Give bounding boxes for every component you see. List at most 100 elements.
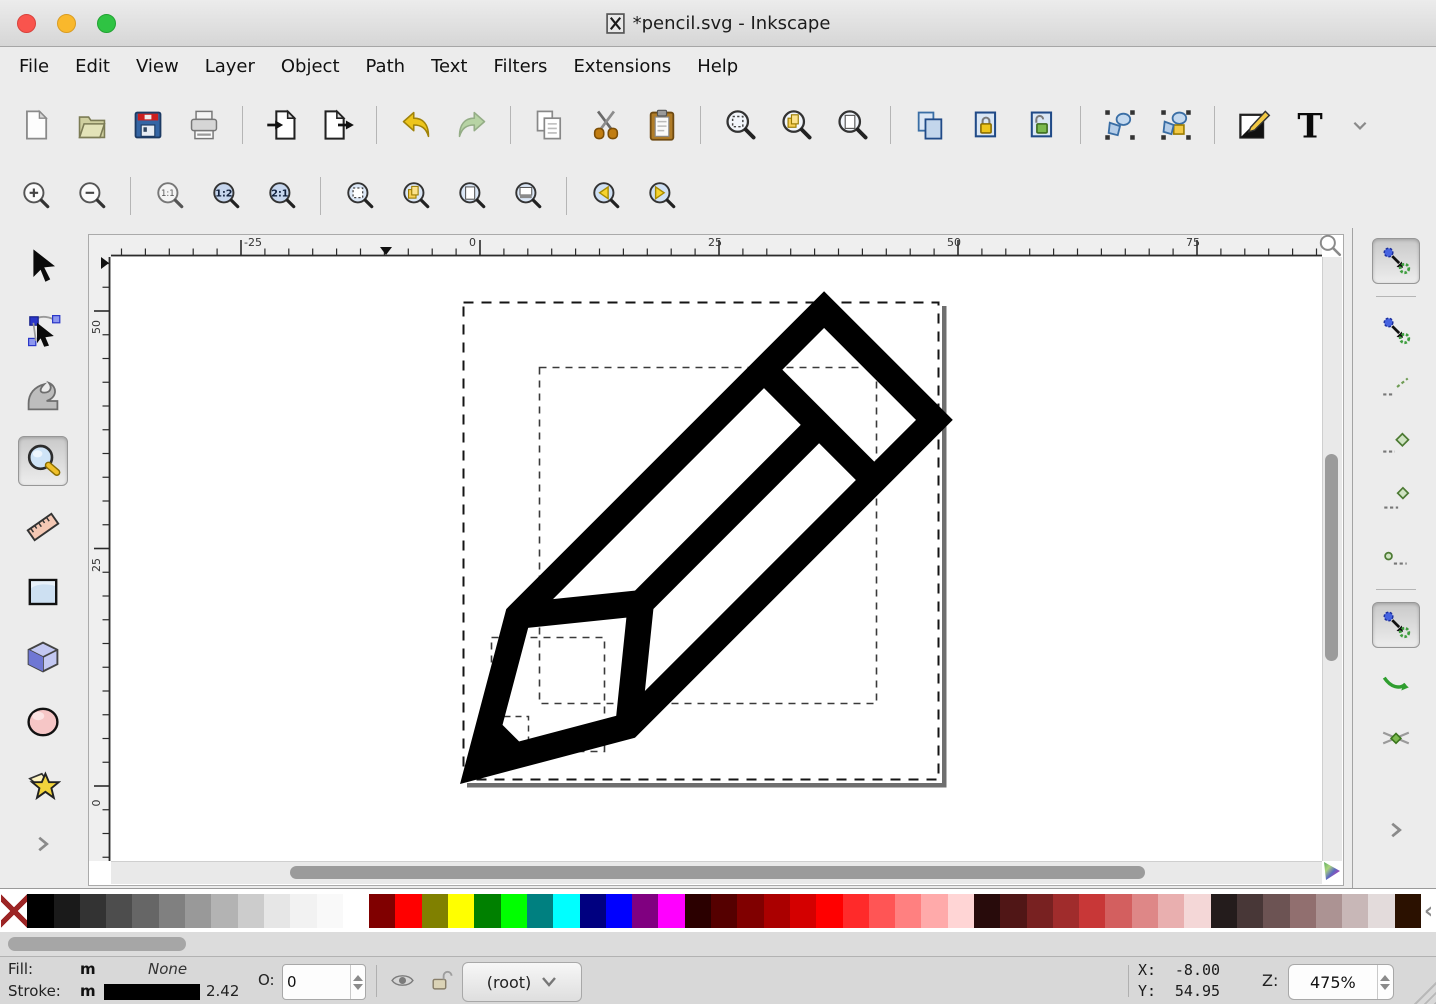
palette-swatch[interactable] xyxy=(132,894,158,928)
tool-ellipse[interactable] xyxy=(19,698,67,746)
ungroup-button[interactable] xyxy=(1148,102,1204,148)
palette-swatch[interactable] xyxy=(764,894,790,928)
palette-swatch[interactable] xyxy=(1395,894,1421,928)
menu-filters[interactable]: Filters xyxy=(480,52,560,81)
tool-3d-box[interactable] xyxy=(19,633,67,681)
import-button[interactable] xyxy=(254,102,310,148)
menu-file[interactable]: File xyxy=(6,52,62,81)
tool-palette-overflow[interactable] xyxy=(33,834,53,858)
undo-button[interactable] xyxy=(388,102,444,148)
tool-zoom[interactable] xyxy=(18,436,68,486)
palette-swatch[interactable] xyxy=(790,894,816,928)
pencil-drawing[interactable] xyxy=(412,310,935,833)
snap-bbox-centers-button[interactable] xyxy=(1373,533,1419,577)
enable-snapping-button[interactable] xyxy=(1372,238,1420,284)
opacity-spinbox[interactable] xyxy=(282,964,366,1000)
palette-swatch[interactable] xyxy=(1105,894,1131,928)
palette-swatch[interactable] xyxy=(27,894,53,928)
palette-swatch[interactable] xyxy=(869,894,895,928)
export-button[interactable] xyxy=(310,102,366,148)
palette-swatch[interactable] xyxy=(895,894,921,928)
menu-help[interactable]: Help xyxy=(684,52,751,81)
opacity-input[interactable] xyxy=(283,973,350,991)
palette-swatch[interactable] xyxy=(290,894,316,928)
opacity-spin-arrows[interactable] xyxy=(350,965,365,999)
palette-swatch[interactable] xyxy=(1000,894,1026,928)
spin-down-icon[interactable] xyxy=(1380,984,1390,990)
palette-swatch[interactable] xyxy=(54,894,80,928)
tool-selector[interactable] xyxy=(19,241,67,289)
palette-swatch[interactable] xyxy=(580,894,606,928)
snap-path-intersections-button[interactable] xyxy=(1373,716,1419,760)
duplicate-button[interactable] xyxy=(902,102,958,148)
snap-to-paths-button[interactable] xyxy=(1373,660,1419,704)
menu-path[interactable]: Path xyxy=(353,52,419,81)
zoom-1-2-button[interactable]: 1:2 xyxy=(198,173,254,219)
zoom-2-1-button[interactable]: 2:1 xyxy=(254,173,310,219)
menu-layer[interactable]: Layer xyxy=(192,52,268,81)
palette-swatch[interactable] xyxy=(1132,894,1158,928)
tool-measure[interactable] xyxy=(19,503,67,551)
palette-swatch[interactable] xyxy=(737,894,763,928)
palette-swatch[interactable] xyxy=(1237,894,1263,928)
zoom-selection-button[interactable] xyxy=(332,173,388,219)
cut-button[interactable] xyxy=(578,102,634,148)
horizontal-scrollbar-thumb[interactable] xyxy=(290,866,1145,879)
palette-swatch[interactable] xyxy=(553,894,579,928)
zoom-to-selection-button[interactable] xyxy=(712,102,768,148)
palette-swatch[interactable] xyxy=(474,894,500,928)
toolbar-overflow-button[interactable] xyxy=(1338,102,1382,148)
palette-swatch[interactable] xyxy=(948,894,974,928)
tool-node-editor[interactable] xyxy=(19,306,67,354)
palette-scroll-arrow-icon[interactable]: ‹ xyxy=(1421,894,1436,928)
zoom-previous-button[interactable] xyxy=(578,173,634,219)
zoom-spin-arrows[interactable] xyxy=(1377,965,1393,999)
palette-swatch[interactable] xyxy=(1027,894,1053,928)
unlink-clone-button[interactable] xyxy=(1014,102,1070,148)
palette-swatch[interactable] xyxy=(685,894,711,928)
palette-swatch[interactable] xyxy=(606,894,632,928)
vertical-scrollbar[interactable] xyxy=(1322,257,1342,861)
window-resize-grip[interactable] xyxy=(1406,975,1436,1004)
horizontal-ruler[interactable]: -250255075 xyxy=(111,235,1322,257)
palette-swatch[interactable] xyxy=(317,894,343,928)
spin-down-icon[interactable] xyxy=(353,984,363,990)
fill-indicator[interactable]: m xyxy=(80,960,96,978)
layer-visibility-toggle[interactable] xyxy=(390,968,415,997)
palette-swatch-none[interactable] xyxy=(1,894,27,928)
snap-bounding-box-button[interactable] xyxy=(1373,309,1419,353)
snap-bbox-edge-midpoints-button[interactable] xyxy=(1373,477,1419,521)
palette-swatch[interactable] xyxy=(501,894,527,928)
palette-swatch[interactable] xyxy=(448,894,474,928)
palette-swatch[interactable] xyxy=(1263,894,1289,928)
canvas[interactable] xyxy=(111,257,1322,861)
snap-toolbar-overflow[interactable] xyxy=(1386,820,1406,844)
palette-swatch[interactable] xyxy=(816,894,842,928)
palette-swatch[interactable] xyxy=(843,894,869,928)
palette-swatch[interactable] xyxy=(711,894,737,928)
palette-swatch[interactable] xyxy=(1184,894,1210,928)
palette-swatch[interactable] xyxy=(1158,894,1184,928)
palette-swatch[interactable] xyxy=(527,894,553,928)
new-document-button[interactable] xyxy=(8,102,64,148)
zoom-in-button[interactable] xyxy=(8,173,64,219)
horizontal-scrollbar[interactable] xyxy=(111,861,1322,884)
palette-scrollbar[interactable] xyxy=(0,932,1436,956)
spin-up-icon[interactable] xyxy=(1380,975,1390,981)
snap-bbox-edges-button[interactable] xyxy=(1373,365,1419,409)
snap-nodes-button[interactable] xyxy=(1372,602,1420,648)
palette-swatch[interactable] xyxy=(159,894,185,928)
stroke-width-value[interactable]: 2.42 xyxy=(206,982,239,1000)
zoom-to-page-button[interactable] xyxy=(824,102,880,148)
palette-swatch[interactable] xyxy=(238,894,264,928)
redo-button[interactable] xyxy=(444,102,500,148)
palette-swatch[interactable] xyxy=(80,894,106,928)
menu-edit[interactable]: Edit xyxy=(62,52,123,81)
palette-swatch[interactable] xyxy=(211,894,237,928)
palette-swatch[interactable] xyxy=(921,894,947,928)
snap-bbox-corners-button[interactable] xyxy=(1373,421,1419,465)
palette-scrollbar-thumb[interactable] xyxy=(8,937,186,951)
stroke-indicator[interactable]: m xyxy=(80,982,96,1000)
menu-object[interactable]: Object xyxy=(268,52,353,81)
palette-swatch[interactable] xyxy=(1211,894,1237,928)
